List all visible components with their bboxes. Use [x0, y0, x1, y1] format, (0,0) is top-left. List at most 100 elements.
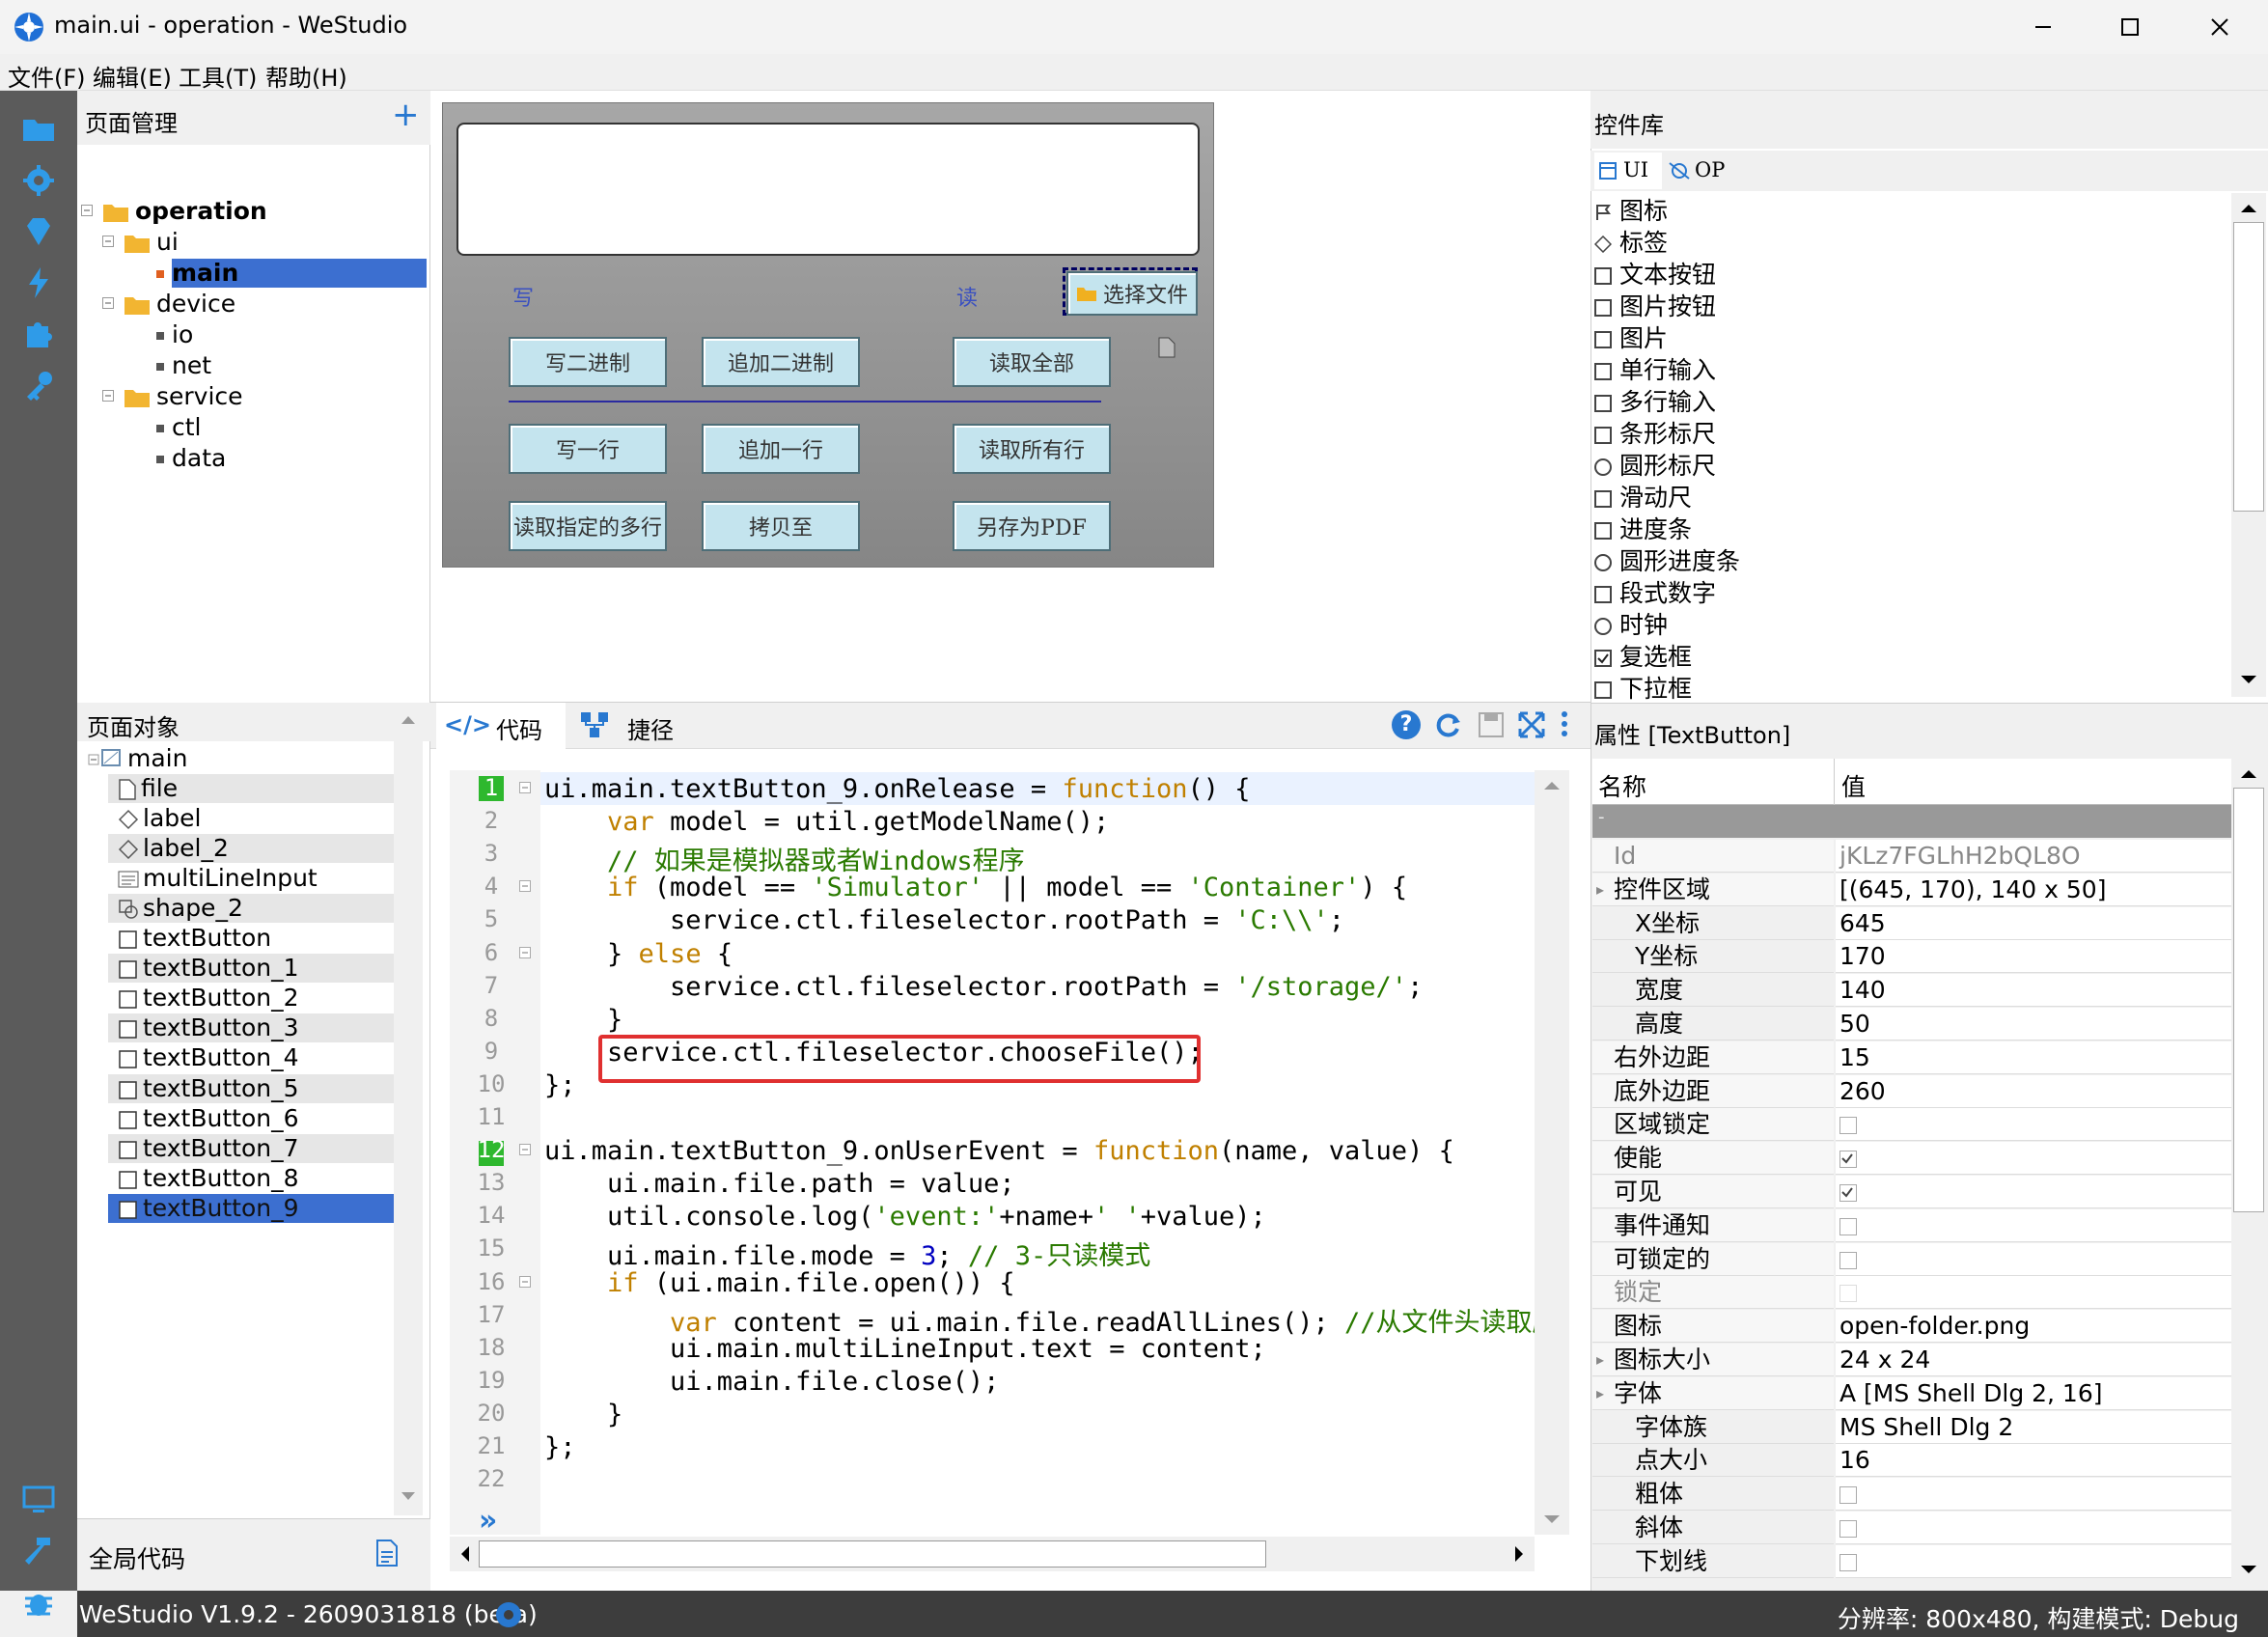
code-line[interactable]: } [544, 1005, 622, 1035]
prop-name[interactable]: 图标 [1592, 1310, 1834, 1343]
widget-item-8[interactable]: 圆形标尺 [1594, 450, 1716, 482]
prop-checkbox[interactable] [1839, 1520, 1857, 1538]
page-objects-root[interactable]: main [127, 744, 187, 772]
gear-icon[interactable] [19, 161, 58, 200]
read-all-button[interactable]: 读取全部 [953, 337, 1111, 387]
menu-tools[interactable]: 工具(T) [179, 59, 257, 93]
prop-value[interactable]: 50 [1836, 1008, 2231, 1040]
prop-name[interactable]: 事件通知 [1592, 1209, 1834, 1242]
expand-toggle-icon[interactable]: ▸ [1596, 1377, 1604, 1410]
code-line[interactable]: service.ctl.fileselector.rootPath = '/st… [544, 972, 1423, 1002]
properties-scrollbar[interactable] [2231, 759, 2266, 1585]
widget-item-11[interactable]: 圆形进度条 [1594, 545, 1740, 577]
scroll-thumb[interactable] [2233, 222, 2264, 512]
designer-page-canvas[interactable]: 写 读 选择文件 写二进制 追加二进制 读取全部 写一行 追加一行 读取所有行 … [442, 102, 1214, 568]
add-page-icon[interactable]: + [392, 98, 420, 131]
save-icon[interactable] [1477, 710, 1506, 739]
prop-name[interactable]: 可锁定的 [1592, 1243, 1834, 1276]
code-line[interactable]: ui.main.multiLineInput.text = content; [544, 1334, 1266, 1364]
prop-value[interactable]: [(645, 170), 140 x 50] [1836, 874, 2231, 906]
prop-name[interactable]: X坐标 [1592, 907, 1834, 940]
write-binary-button[interactable]: 写二进制 [509, 337, 667, 387]
prop-value[interactable] [1836, 1512, 2231, 1544]
tree-item-net[interactable]: net [145, 351, 211, 380]
more-icon[interactable] [1558, 708, 1571, 741]
prop-checkbox[interactable] [1839, 1218, 1857, 1235]
double-chevron-icon[interactable]: » [479, 1504, 497, 1538]
fold-toggle-icon[interactable] [519, 1276, 531, 1288]
append-line-button[interactable]: 追加一行 [702, 424, 860, 474]
object-item-textButton_3[interactable]: textButton_3 [108, 1013, 394, 1042]
widget-item-0[interactable]: 图标 [1594, 195, 1668, 227]
hammer-icon[interactable] [19, 1532, 58, 1570]
expand-toggle-icon[interactable]: ▸ [1596, 1344, 1604, 1376]
expand-toggle-icon[interactable] [102, 297, 114, 309]
widget-item-15[interactable]: 下拉框 [1594, 673, 1692, 705]
tree-item-io[interactable]: io [145, 320, 193, 349]
editor-vscrollbar[interactable] [1535, 770, 1569, 1535]
prop-value[interactable]: open-folder.png [1836, 1310, 2231, 1343]
widget-item-3[interactable]: 图片按钮 [1594, 291, 1716, 322]
tree-item-ui[interactable]: ui [124, 228, 179, 257]
widget-item-1[interactable]: 标签 [1594, 227, 1668, 259]
close-button[interactable] [2176, 0, 2263, 54]
prop-name[interactable]: 斜体 [1592, 1512, 1834, 1544]
tab-ui[interactable]: UI [1594, 153, 1662, 189]
object-item-shape_2[interactable]: shape_2 [108, 894, 394, 923]
refresh-icon[interactable] [1434, 710, 1463, 739]
prop-name[interactable]: Id [1592, 840, 1834, 873]
hscroll-thumb[interactable] [479, 1540, 1266, 1568]
widget-item-7[interactable]: 条形标尺 [1594, 418, 1716, 450]
widget-item-6[interactable]: 多行输入 [1594, 386, 1716, 418]
expand-toggle-icon[interactable] [102, 236, 114, 247]
code-line[interactable]: if (model == 'Simulator' || model == 'Co… [544, 873, 1407, 902]
prop-name[interactable]: ▸ 图标大小 [1592, 1344, 1834, 1376]
choose-file-button[interactable]: 选择文件 [1066, 271, 1198, 316]
object-item-textButton_4[interactable]: textButton_4 [108, 1043, 394, 1072]
label-read[interactable]: 读 [956, 281, 978, 312]
prop-value[interactable]: 24 x 24 [1836, 1344, 2231, 1376]
menu-file[interactable]: 文件(F) [8, 59, 86, 93]
prop-name[interactable]: ▸ 字体 [1592, 1377, 1834, 1410]
object-item-textButton_6[interactable]: textButton_6 [108, 1104, 394, 1133]
prop-value[interactable] [1836, 1142, 2231, 1175]
multiline-input-preview[interactable] [456, 123, 1200, 256]
save-as-pdf-button[interactable]: 另存为PDF [953, 501, 1111, 551]
prop-checkbox[interactable] [1839, 1486, 1857, 1504]
widget-item-4[interactable]: 图片 [1594, 322, 1668, 354]
puzzle-icon[interactable] [19, 315, 58, 353]
prop-value[interactable]: 260 [1836, 1075, 2231, 1108]
object-item-textButton_5[interactable]: textButton_5 [108, 1074, 394, 1103]
tree-item-device[interactable]: device [124, 290, 235, 319]
prop-name[interactable]: 高度 [1592, 1008, 1834, 1040]
menu-help[interactable]: 帮助(H) [265, 59, 347, 93]
global-code-bar[interactable]: 全局代码 [77, 1518, 430, 1591]
editor-hscrollbar[interactable] [450, 1537, 1535, 1571]
file-shape-icon[interactable] [1157, 337, 1176, 358]
prop-value[interactable]: MS Shell Dlg 2 [1836, 1411, 2231, 1444]
code-line[interactable]: ui.main.file.mode = 3; // 3-只读模式 [544, 1235, 1150, 1272]
prop-value[interactable] [1836, 1478, 2231, 1511]
minimize-button[interactable] [2000, 0, 2087, 54]
tab-op[interactable]: OP [1668, 153, 1745, 189]
object-item-textButton[interactable]: textButton [108, 924, 394, 953]
prop-value[interactable]: 15 [1836, 1041, 2231, 1074]
prop-name[interactable]: Y坐标 [1592, 940, 1834, 973]
code-line[interactable]: ui.main.textButton_9.onRelease = functio… [544, 774, 1251, 804]
prop-value[interactable] [1836, 1176, 2231, 1208]
fold-toggle-icon[interactable] [519, 880, 531, 892]
read-all-lines-button[interactable]: 读取所有行 [953, 424, 1111, 474]
code-line[interactable]: } else { [544, 939, 733, 969]
expand-icon[interactable] [1517, 710, 1546, 739]
prop-name[interactable]: 右外边距 [1592, 1041, 1834, 1074]
prop-checkbox[interactable] [1839, 1252, 1857, 1269]
key-icon[interactable] [19, 366, 58, 404]
lightning-icon[interactable] [19, 264, 58, 302]
tree-item-ctl[interactable]: ctl [145, 413, 202, 442]
monitor-icon[interactable] [19, 1481, 58, 1519]
prop-value[interactable]: 140 [1836, 974, 2231, 1007]
code-line[interactable]: } [544, 1400, 622, 1429]
expand-toggle-icon[interactable] [81, 205, 93, 216]
widget-item-12[interactable]: 段式数字 [1594, 577, 1716, 609]
widget-item-5[interactable]: 单行输入 [1594, 354, 1716, 386]
